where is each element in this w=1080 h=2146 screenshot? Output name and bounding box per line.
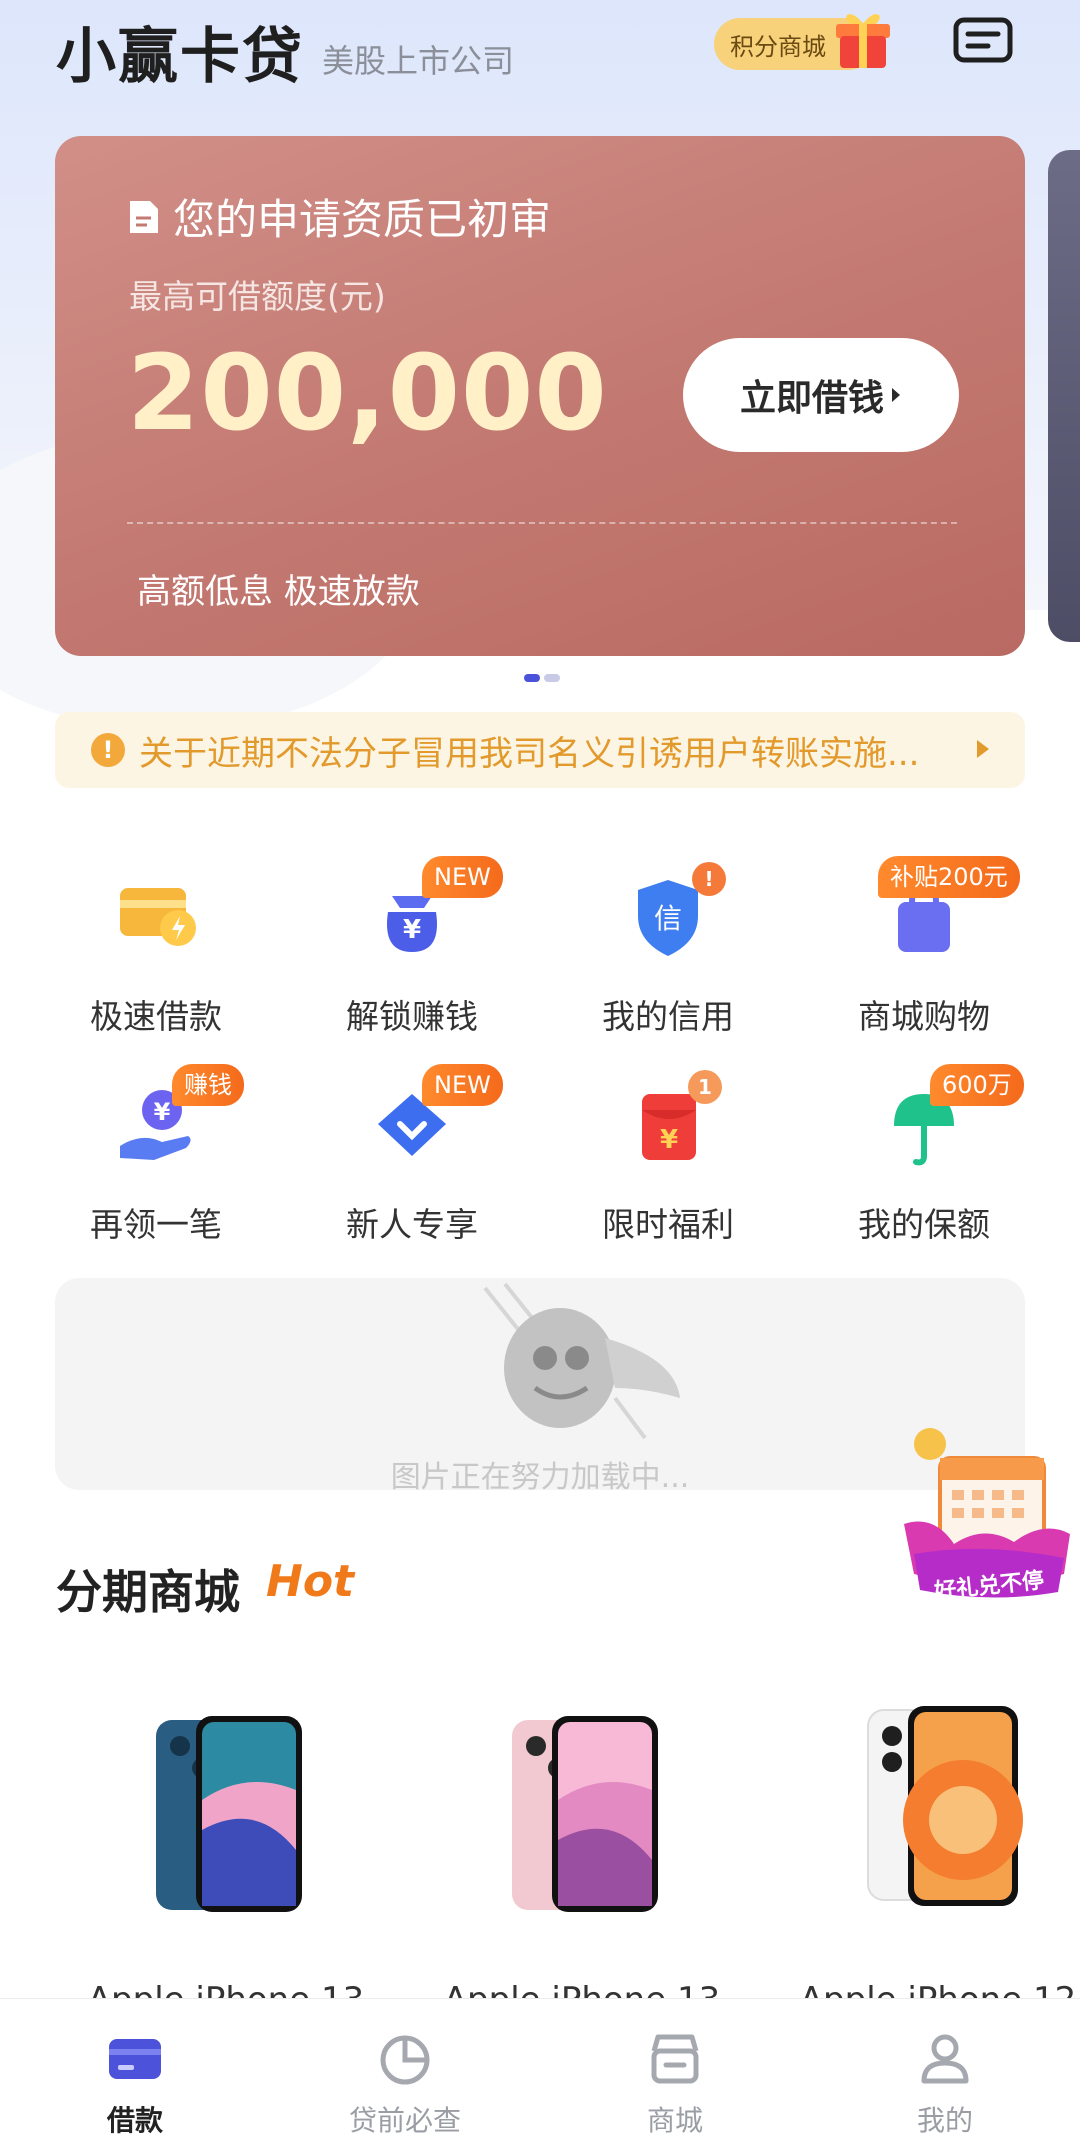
user-icon [921, 2034, 969, 2084]
loading-mascot-icon [483, 1282, 680, 1440]
service-fast-loan[interactable]: 极速借款 [56, 872, 256, 1052]
new-badge: NEW [422, 856, 503, 898]
service-label: 我的保额 [858, 1205, 990, 1244]
service-newbie[interactable]: NEW 新人专享 [312, 1064, 512, 1260]
svg-text:¥: ¥ [660, 1125, 678, 1155]
service-unlock-earn[interactable]: ¥ NEW 解锁赚钱 [312, 856, 512, 1052]
carousel-dot [544, 674, 560, 682]
notice-text: 关于近期不法分子冒用我司名义引诱用户转账实施... [139, 733, 920, 774]
tab-label: 贷前必查 [348, 2104, 461, 2137]
bottom-tab-bar: 借款 贷前必查 商城 我的 [0, 1998, 1080, 2146]
store-icon [651, 2034, 699, 2084]
tab-mall[interactable]: 商城 [540, 1999, 810, 2146]
tab-label: 我的 [916, 2104, 973, 2137]
service-claim-again[interactable]: ¥ 赚钱 再领一笔 [56, 1064, 256, 1260]
points-mall-label: 积分商城 [730, 32, 826, 61]
carousel-dot-active [524, 674, 540, 682]
promo-banner[interactable]: 图片正在努力加载中... [55, 1278, 1025, 1490]
card-icon [109, 2039, 161, 2079]
arrow-right-icon [892, 388, 900, 402]
service-my-coverage[interactable]: 600万 我的保额 [824, 1064, 1024, 1260]
service-label: 商城购物 [858, 997, 990, 1036]
carousel-indicator [524, 674, 560, 682]
warning-icon: ! [91, 733, 125, 767]
svg-text:¥: ¥ [154, 1098, 171, 1126]
tab-mine[interactable]: 我的 [810, 1999, 1080, 2146]
service-label: 极速借款 [90, 997, 222, 1036]
coverage-badge: 600万 [930, 1064, 1024, 1106]
tab-label: 商城 [646, 2104, 703, 2137]
borrow-now-button[interactable]: 立即借钱 [683, 338, 959, 452]
hot-tag: Hot [266, 1556, 355, 1607]
service-label: 我的信用 [602, 997, 734, 1036]
alert-badge: ! [692, 862, 726, 896]
product-card[interactable]: Apple iPhone 13 [56, 1680, 396, 2020]
subsidy-badge: 补贴200元 [878, 856, 1020, 898]
limit-label: 最高可借额度(元) [129, 277, 386, 316]
service-label: 限时福利 [602, 1205, 734, 1244]
card-slogan: 高额低息 极速放款 [137, 572, 420, 612]
pie-chart-icon [380, 2035, 430, 2085]
next-card-preview[interactable] [1048, 150, 1080, 642]
count-badge: 1 [688, 1070, 722, 1104]
limit-amount: 200,000 [127, 332, 608, 454]
new-badge: NEW [422, 1064, 503, 1106]
service-label: 再领一笔 [90, 1205, 222, 1244]
product-card[interactable]: Apple iPhone 12 [768, 1680, 1080, 2020]
document-icon [130, 200, 158, 233]
app-title: 小赢卡贷 [56, 22, 304, 92]
service-limited-welfare[interactable]: ¥ 1 限时福利 [568, 1070, 768, 1260]
card-divider [127, 522, 957, 524]
service-mall-shopping[interactable]: 补贴200元 商城购物 [824, 856, 1024, 1052]
service-label: 解锁赚钱 [346, 997, 478, 1036]
banner-loading-text: 图片正在努力加载中... [390, 1460, 690, 1490]
phone-image-icon [512, 1716, 658, 1912]
phone-image-icon [156, 1716, 302, 1912]
svg-text:¥: ¥ [403, 915, 421, 945]
service-my-credit[interactable]: 信 ! 我的信用 [568, 862, 768, 1052]
borrow-now-label: 立即借钱 [739, 378, 884, 419]
product-card[interactable]: Apple iPhone 13 [412, 1680, 752, 2020]
message-icon[interactable] [952, 16, 1014, 68]
card-status: 您的申请资质已初审 [127, 186, 551, 247]
arrow-right-icon [977, 740, 989, 758]
service-label: 新人专享 [346, 1205, 478, 1244]
tab-pre-loan-check[interactable]: 贷前必查 [270, 1999, 540, 2146]
header: 小赢卡贷 美股上市公司 积分商城 [0, 0, 1080, 100]
earn-badge: 赚钱 [172, 1064, 244, 1106]
phone-image-icon [867, 1706, 1023, 1906]
tab-label: 借款 [106, 2104, 163, 2137]
loan-card[interactable]: 您的申请资质已初审 最高可借额度(元) 200,000 立即借钱 高额低息 极速… [55, 136, 1025, 656]
notice-bar[interactable]: ! 关于近期不法分子冒用我司名义引诱用户转账实施... [55, 712, 1025, 788]
svg-text:信: 信 [654, 902, 682, 935]
card-status-text: 您的申请资质已初审 [173, 195, 552, 244]
gift-icon[interactable] [832, 4, 894, 70]
card-bolt-icon [120, 888, 196, 946]
app-subtitle: 美股上市公司 [322, 42, 515, 80]
tab-loan[interactable]: 借款 [0, 1999, 270, 2146]
mall-section-title: 分期商城 [56, 1565, 240, 1619]
